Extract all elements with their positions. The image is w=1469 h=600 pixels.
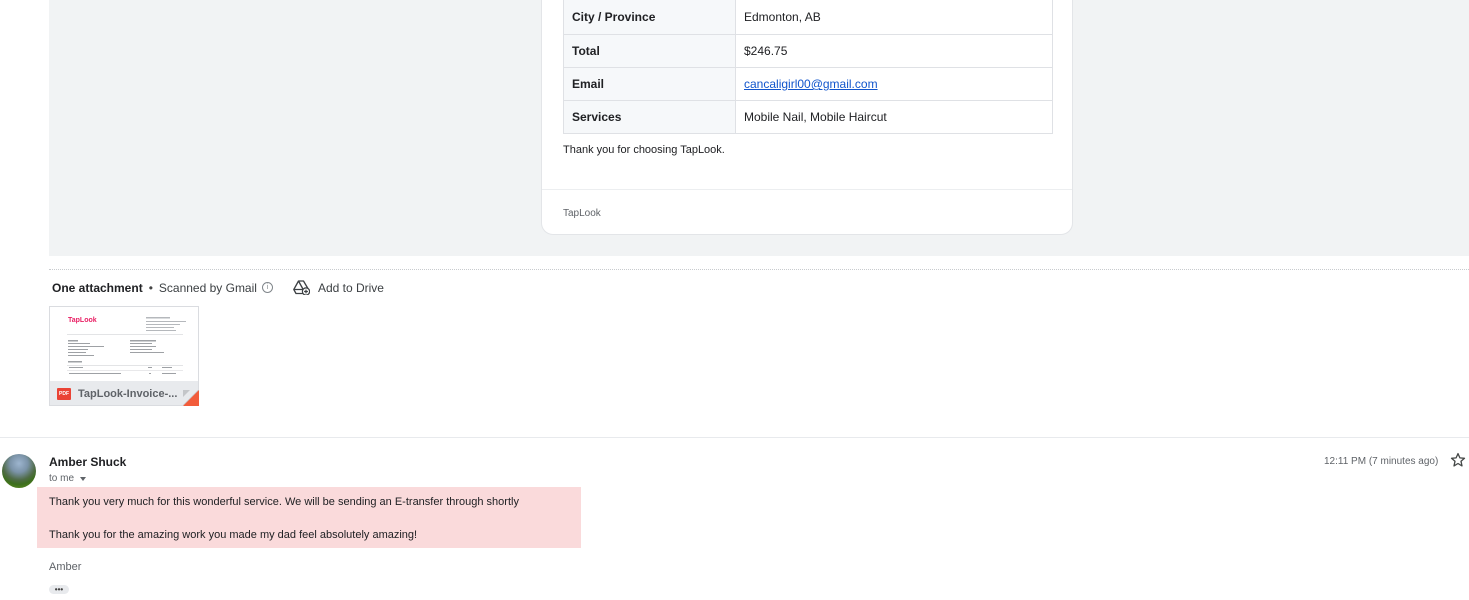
row-label-services: Services <box>563 100 736 134</box>
table-row: Email cancaligirl00@gmail.com <box>563 67 1053 101</box>
scanned-by-gmail-label: Scanned by Gmail <box>158 280 257 295</box>
attachment-separator <box>49 269 1469 270</box>
recipient-details-toggle[interactable]: to me <box>49 473 87 484</box>
message-body: Thank you very much for this wonderful s… <box>37 487 581 548</box>
avatar[interactable] <box>2 454 36 488</box>
row-value-total: $246.75 <box>735 34 1053 68</box>
table-row: Total $246.75 <box>563 34 1053 68</box>
attachment-info-bar: PDF TapLook-Invoice-... <box>50 381 198 405</box>
card-footer-brand: TapLook <box>563 208 601 219</box>
email-link[interactable]: cancaligirl00@gmail.com <box>744 77 878 91</box>
message-divider <box>0 437 1469 438</box>
attachment-thumbnail[interactable]: TapLook PDF TapLook-Invoice-... <box>49 306 199 406</box>
message-timestamp: 12:11 PM (7 minutes ago) <box>1324 456 1439 467</box>
preview-brand: TapLook <box>68 317 97 324</box>
row-value-email: cancaligirl00@gmail.com <box>735 67 1053 101</box>
table-row: Services Mobile Nail, Mobile Haircut <box>563 100 1053 134</box>
attachment-filename: TapLook-Invoice-... <box>78 387 178 400</box>
star-icon[interactable] <box>1450 452 1466 468</box>
row-label-city: City / Province <box>563 0 736 35</box>
message-line-1: Thank you very much for this wonderful s… <box>49 496 519 508</box>
invoice-preview: TapLook <box>50 307 198 381</box>
signature: Amber <box>49 561 82 573</box>
drive-add-icon <box>293 280 310 295</box>
row-label-total: Total <box>563 34 736 68</box>
row-value-services: Mobile Nail, Mobile Haircut <box>735 100 1053 134</box>
row-value-city: Edmonton, AB <box>735 0 1053 35</box>
add-to-drive-label: Add to Drive <box>317 280 384 295</box>
separator-dot: • <box>148 280 153 295</box>
attachment-header: One attachment • Scanned by Gmail i Add … <box>52 280 384 295</box>
row-label-email: Email <box>563 67 736 101</box>
message-line-2: Thank you for the amazing work you made … <box>49 529 418 541</box>
add-to-drive-button[interactable]: Add to Drive <box>293 280 384 295</box>
attachment-count: One attachment <box>52 280 143 295</box>
pdf-icon: PDF <box>57 387 71 400</box>
thank-you-text: Thank you for choosing TapLook. <box>563 144 725 156</box>
pdf-corner-icon <box>183 390 199 406</box>
info-icon[interactable]: i <box>261 282 273 293</box>
show-trimmed-content-button[interactable]: ••• <box>49 585 69 594</box>
order-details-card: City / Province Edmonton, AB Total $246.… <box>541 0 1073 235</box>
chevron-down-icon <box>80 476 87 481</box>
recipient-label: to me <box>49 473 75 484</box>
table-row: City / Province Edmonton, AB <box>563 0 1053 35</box>
card-divider <box>542 189 1072 190</box>
order-details-table: City / Province Edmonton, AB Total $246.… <box>563 0 1053 134</box>
sender-name[interactable]: Amber Shuck <box>49 455 126 469</box>
